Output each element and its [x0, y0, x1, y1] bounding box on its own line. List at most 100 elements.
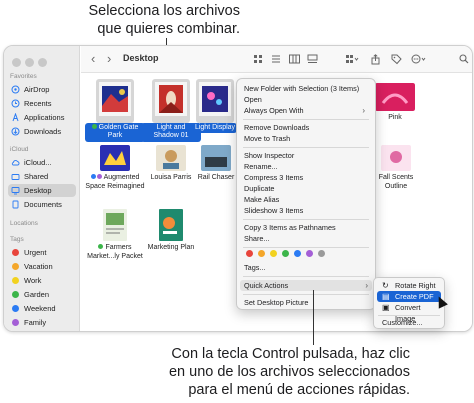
list-view-icon[interactable] — [271, 54, 281, 67]
file-thumbnail — [159, 209, 183, 241]
sidebar: Favorites AirDrop Recents Applications D… — [4, 46, 80, 331]
menu-item-remove-downloads[interactable]: Remove Downloads — [244, 122, 369, 133]
sidebar-item-documents[interactable]: Documents — [8, 198, 76, 211]
menu-item-set-desktop-picture[interactable]: Set Desktop Picture — [244, 297, 369, 308]
sidebar-item-airdrop[interactable]: AirDrop — [8, 83, 76, 96]
window-title: Desktop — [123, 53, 159, 63]
sidebar-item-label: AirDrop — [24, 85, 50, 94]
file-thumbnail — [103, 209, 127, 241]
sidebar-item-applications[interactable]: Applications — [8, 111, 76, 124]
chevron-right-icon: › — [362, 106, 365, 115]
menu-item-new-folder-with-selection[interactable]: New Folder with Selection (3 Items) — [244, 83, 369, 94]
file-louisa-parris[interactable]: Louisa Parris — [141, 145, 201, 183]
document-icon — [11, 200, 20, 209]
menu-item-duplicate[interactable]: Duplicate — [244, 183, 369, 194]
menu-item-tags[interactable]: Tags... — [244, 262, 369, 273]
tag-icon[interactable] — [391, 54, 402, 68]
tag-color-dot — [12, 249, 19, 256]
tag-color-blue[interactable] — [294, 250, 301, 257]
submenu-item-customize[interactable]: Customize... — [377, 317, 441, 328]
sidebar-item-icloud[interactable]: iCloud... — [8, 156, 76, 169]
menu-item-quick-actions[interactable]: Quick Actions › — [240, 280, 372, 291]
sidebar-item-downloads[interactable]: Downloads — [8, 125, 76, 138]
sidebar-item-label: Shared — [24, 172, 49, 181]
sidebar-item-label: iCloud... — [24, 158, 52, 167]
sidebar-item-label: Urgent — [24, 248, 47, 257]
sidebar-tag-work[interactable]: Work — [8, 274, 76, 287]
tag-color-yellow[interactable] — [270, 250, 277, 257]
file-name: Rail Chaser — [197, 174, 235, 181]
sidebar-tag-vacation[interactable]: Vacation — [8, 260, 76, 273]
menu-item-show-inspector[interactable]: Show Inspector — [244, 150, 369, 161]
forward-button[interactable]: › — [107, 51, 111, 66]
menu-separator — [243, 119, 369, 120]
submenu-item-convert-image[interactable]: ▣ Convert Image — [377, 302, 441, 323]
zoom-window-button[interactable] — [38, 58, 47, 67]
submenu-item-label: Rotate Right — [395, 281, 436, 290]
file-light-display[interactable]: Light Display — [191, 79, 239, 133]
group-by-icon[interactable] — [345, 54, 359, 67]
submenu-item-rotate-right[interactable]: ↻ Rotate Right — [377, 280, 441, 291]
shared-folder-icon — [11, 172, 20, 181]
file-farmers-market[interactable]: Farmers Market...ly Packet — [83, 209, 147, 261]
rotate-right-icon: ↻ — [382, 281, 389, 290]
airdrop-icon — [11, 85, 20, 94]
sidebar-item-label: Family — [24, 318, 47, 327]
callout-select-files: Selecciona los archivos que quieres comb… — [50, 2, 240, 38]
toolbar: ‹ › Desktop — [81, 46, 472, 73]
action-icon[interactable] — [411, 54, 427, 67]
share-icon[interactable] — [371, 54, 380, 68]
sidebar-item-label: Recents — [24, 99, 52, 108]
sidebar-tag-family[interactable]: Family — [8, 316, 76, 329]
menu-item-compress[interactable]: Compress 3 Items — [244, 172, 369, 183]
column-view-icon[interactable] — [289, 54, 300, 67]
sidebar-tag-garden[interactable]: Garden — [8, 288, 76, 301]
submenu-item-create-pdf[interactable]: ▤ Create PDF — [377, 291, 441, 302]
clock-icon — [11, 99, 20, 108]
gallery-view-icon[interactable] — [307, 54, 318, 67]
sidebar-item-shared[interactable]: Shared — [8, 170, 76, 183]
menu-item-copy-as-pathnames[interactable]: Copy 3 Items as Pathnames — [244, 222, 369, 233]
file-label: Golden Gate Park — [85, 122, 145, 142]
sidebar-item-desktop[interactable]: Desktop — [8, 184, 76, 197]
sidebar-tag-urgent[interactable]: Urgent — [8, 246, 76, 259]
menu-item-always-open-with[interactable]: Always Open With › — [244, 105, 369, 116]
callout-line: para el menú de acciones rápidas. — [188, 382, 410, 398]
menu-item-make-alias[interactable]: Make Alias — [244, 194, 369, 205]
sidebar-item-recents[interactable]: Recents — [8, 97, 76, 110]
menu-item-share[interactable]: Share... — [244, 233, 369, 244]
tag-color-purple[interactable] — [306, 250, 313, 257]
file-rail-chaser[interactable]: Rail Chaser — [193, 145, 239, 183]
menu-item-move-to-trash[interactable]: Move to Trash — [244, 133, 369, 144]
file-thumbnail — [201, 145, 231, 171]
close-window-button[interactable] — [12, 58, 21, 67]
menu-item-label: Quick Actions — [244, 281, 289, 290]
menu-separator — [243, 247, 369, 248]
applications-icon — [11, 112, 20, 122]
icon-view-icon[interactable] — [253, 54, 263, 67]
file-thumbnail — [375, 83, 415, 111]
tag-color-green[interactable] — [282, 250, 289, 257]
tag-color-gray[interactable] — [318, 250, 325, 257]
menu-item-open[interactable]: Open — [244, 94, 369, 105]
file-golden-gate-park[interactable]: Golden Gate Park — [85, 79, 145, 142]
pdf-icon: ▤ — [382, 292, 390, 301]
file-thumbnail-selected — [96, 79, 134, 123]
file-marketing-plan[interactable]: Marketing Plan — [141, 209, 201, 253]
tag-color-dot — [12, 277, 19, 284]
file-name: Space Reimagined — [85, 182, 145, 190]
minimize-window-button[interactable] — [25, 58, 34, 67]
file-augmented-space-reimagined[interactable]: Augmented Space Reimagined — [83, 145, 147, 191]
sidebar-tag-weekend[interactable]: Weekend — [8, 302, 76, 315]
menu-item-slideshow[interactable]: Slideshow 3 Items — [244, 205, 369, 216]
file-name: Golden Gate Park — [98, 123, 139, 140]
tag-color-red[interactable] — [246, 250, 253, 257]
chevron-right-icon: › — [365, 281, 368, 290]
sidebar-item-label: Documents — [24, 200, 62, 209]
search-icon[interactable] — [459, 54, 469, 67]
tag-color-dot — [12, 291, 19, 298]
menu-item-rename[interactable]: Rename... — [244, 161, 369, 172]
sidebar-section-locations: Locations — [10, 220, 38, 227]
back-button[interactable]: ‹ — [91, 51, 95, 66]
tag-color-orange[interactable] — [258, 250, 265, 257]
